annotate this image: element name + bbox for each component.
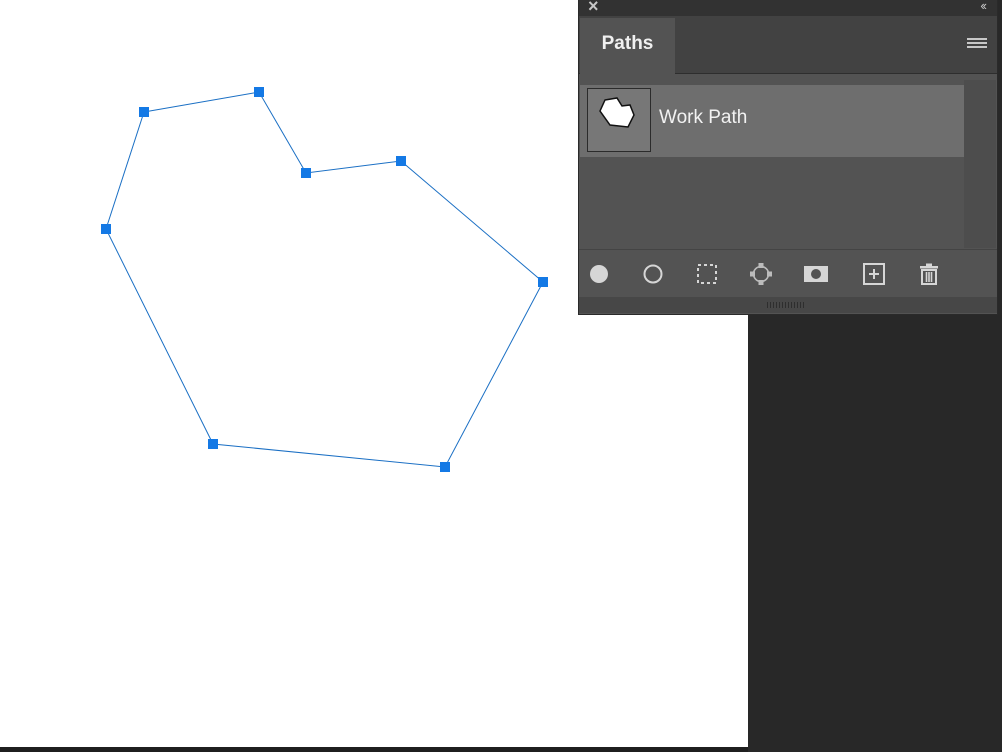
anchor-point[interactable] xyxy=(440,462,450,472)
path-name-label: Work Path xyxy=(659,107,748,128)
panel-resize-grip[interactable] xyxy=(579,297,997,313)
collapse-panel-icon[interactable]: ‹‹ xyxy=(980,0,987,13)
anchor-point[interactable] xyxy=(301,168,311,178)
paths-panel: × ‹‹ Paths Work Path xyxy=(578,0,998,315)
anchor-point[interactable] xyxy=(396,156,406,166)
create-new-path-icon[interactable] xyxy=(862,262,886,286)
canvas-bottom-edge xyxy=(0,747,748,752)
fill-path-icon[interactable] xyxy=(587,262,611,286)
paths-list: Work Path xyxy=(580,80,964,248)
path-shape-icon xyxy=(599,97,635,128)
anchor-point[interactable] xyxy=(208,439,218,449)
tab-paths[interactable]: Paths xyxy=(580,18,675,74)
delete-path-icon[interactable] xyxy=(917,262,941,286)
anchor-point[interactable] xyxy=(101,224,111,234)
add-mask-icon[interactable] xyxy=(803,262,828,286)
hamburger-menu-icon[interactable] xyxy=(967,38,987,50)
stroke-path-icon[interactable] xyxy=(641,262,665,286)
paths-toolbar xyxy=(579,249,997,298)
anchor-point[interactable] xyxy=(254,87,264,97)
make-work-path-icon[interactable] xyxy=(749,262,773,286)
list-scroll-gutter[interactable] xyxy=(964,80,996,248)
grip-lines xyxy=(767,302,805,308)
load-as-selection-icon[interactable] xyxy=(695,262,719,286)
work-path-outline[interactable] xyxy=(105,91,544,468)
panel-title-bar[interactable]: × ‹‹ xyxy=(579,0,997,16)
close-icon[interactable]: × xyxy=(588,0,604,15)
anchor-point[interactable] xyxy=(538,277,548,287)
panel-tab-row: Paths xyxy=(579,16,997,74)
list-item-work-path[interactable]: Work Path xyxy=(580,85,964,157)
path-thumbnail xyxy=(587,88,651,152)
anchor-point[interactable] xyxy=(139,107,149,117)
